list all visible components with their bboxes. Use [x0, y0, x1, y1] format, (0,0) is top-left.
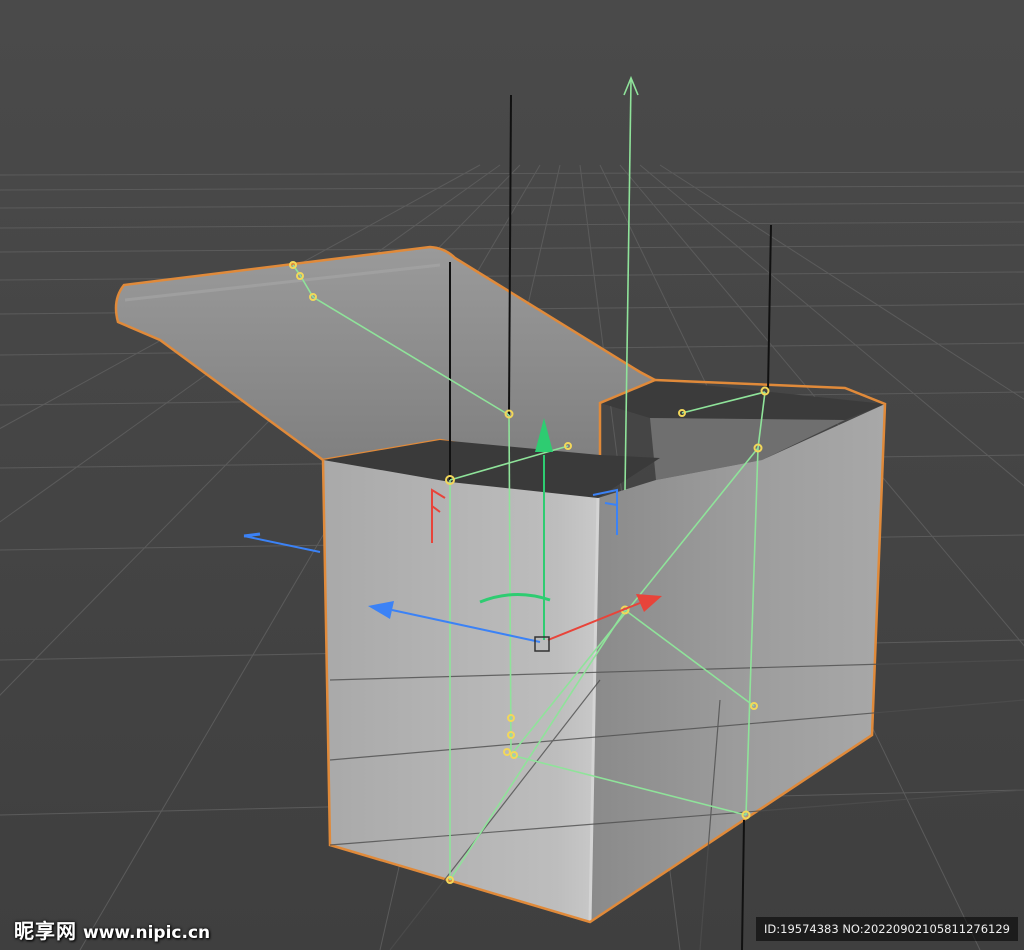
watermark-logo-text: 昵享网 [14, 919, 77, 943]
watermark-url: www.nipic.cn [83, 923, 211, 943]
watermark-id: ID:19574383 NO:20220902105811276129 [756, 917, 1018, 941]
3d-viewport[interactable] [0, 0, 1024, 950]
box-front-face [323, 460, 598, 922]
world-z-axis-tick [243, 532, 261, 538]
watermark-logo: 昵享网 www.nipic.cn [14, 917, 210, 945]
